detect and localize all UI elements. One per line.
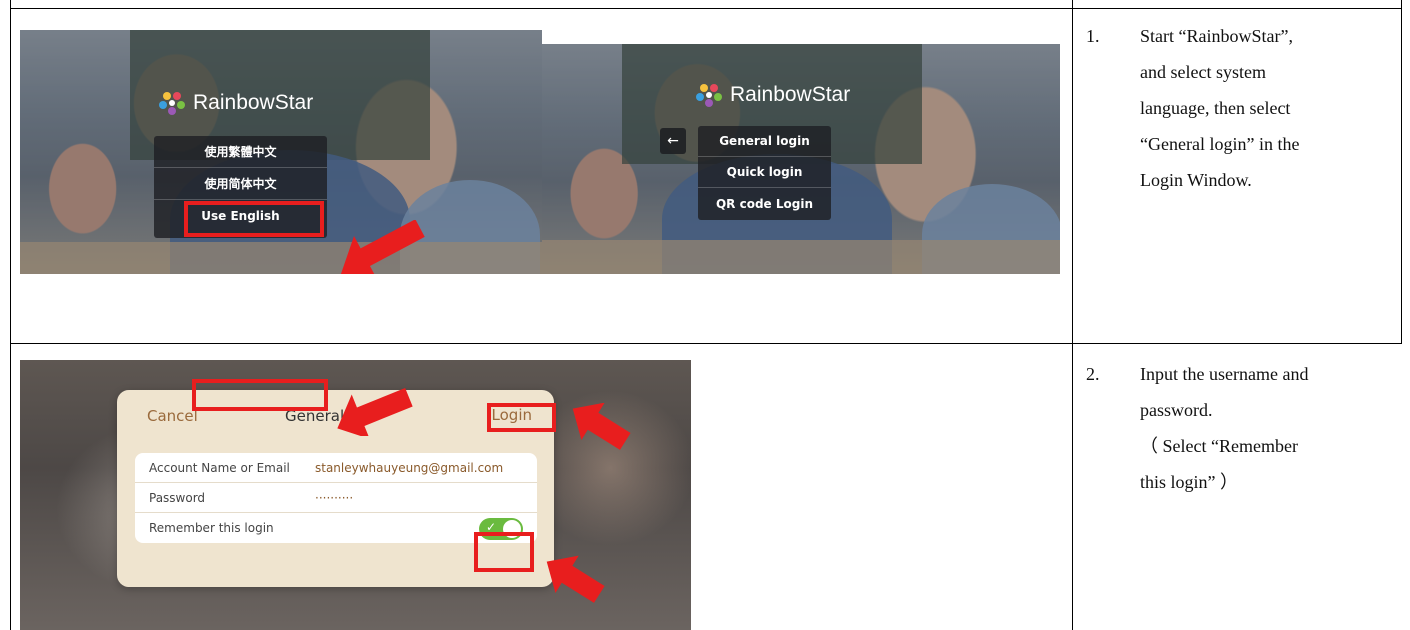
account-input[interactable]: stanleywhauyeung@gmail.com [315, 461, 503, 475]
highlight-login-button [487, 403, 556, 432]
table-border-top [10, 8, 1402, 9]
brand: RainbowStar [696, 82, 850, 108]
remember-label: Remember this login [149, 521, 274, 535]
password-label: Password [149, 490, 206, 505]
dialog-form: Account Name or Email stanleywhauyeung@g… [135, 453, 537, 543]
note-line: “General login” in the [1140, 134, 1300, 154]
highlight-use-english [184, 201, 324, 237]
login-type-screenshot: RainbowStar ← General login Quick login … [542, 44, 1060, 274]
login-type-menu: General login Quick login QR code Login [698, 126, 831, 220]
instruction-table: RainbowStar 使用繁體中文 使用简体中文 Use English Ra… [0, 0, 1410, 630]
red-arrow-icon [572, 403, 631, 450]
password-input[interactable]: ·········· [315, 491, 353, 505]
note-line: Input the username and [1140, 364, 1309, 384]
language-screenshot: RainbowStar 使用繁體中文 使用简体中文 Use English [20, 30, 542, 274]
highlight-remember-toggle [474, 532, 534, 572]
menu-item-simplified-chinese[interactable]: 使用简体中文 [154, 168, 327, 200]
step-number: 2. [1086, 364, 1100, 384]
rainbowstar-logo-icon [159, 92, 185, 115]
red-arrow-icon [337, 387, 413, 436]
note-line: and select system [1140, 62, 1266, 82]
note-line: Login Window. [1140, 170, 1252, 190]
brand-name: RainbowStar [730, 83, 851, 106]
arrow-left-icon: ← [667, 133, 679, 149]
note-line: language, then select [1140, 98, 1291, 118]
menu-item-qr-code-login[interactable]: QR code Login [698, 188, 831, 219]
red-arrow-icon [546, 555, 605, 603]
note-line: this login” ） [1140, 472, 1238, 492]
password-row: Password ·········· [135, 483, 537, 513]
menu-item-general-login[interactable]: General login [698, 126, 831, 157]
step-number: 1. [1086, 26, 1100, 46]
red-arrow-icon [340, 220, 425, 274]
menu-item-traditional-chinese[interactable]: 使用繁體中文 [154, 136, 327, 168]
table-border-middle [1072, 0, 1073, 630]
step-text: Start “RainbowStar”, and select system l… [1140, 18, 1376, 198]
note-line: （ Select “Remember [1140, 436, 1298, 456]
rainbowstar-logo-icon [696, 84, 722, 107]
account-label: Account Name or Email [149, 460, 290, 475]
note-line: Start “RainbowStar”, [1140, 26, 1293, 46]
account-row: Account Name or Email stanleywhauyeung@g… [135, 453, 537, 483]
highlight-title [192, 379, 328, 411]
table-border-right [1401, 0, 1402, 344]
back-button[interactable]: ← [660, 128, 686, 154]
table-row-divider [10, 343, 1402, 344]
brand-name: RainbowStar [193, 91, 314, 114]
menu-item-quick-login[interactable]: Quick login [698, 157, 831, 188]
brand: RainbowStar [159, 90, 313, 116]
note-line: password. [1140, 400, 1213, 420]
cancel-button[interactable]: Cancel [147, 407, 198, 425]
step-text: Input the username and password. （ Selec… [1140, 356, 1376, 500]
table-border-left [10, 0, 11, 630]
